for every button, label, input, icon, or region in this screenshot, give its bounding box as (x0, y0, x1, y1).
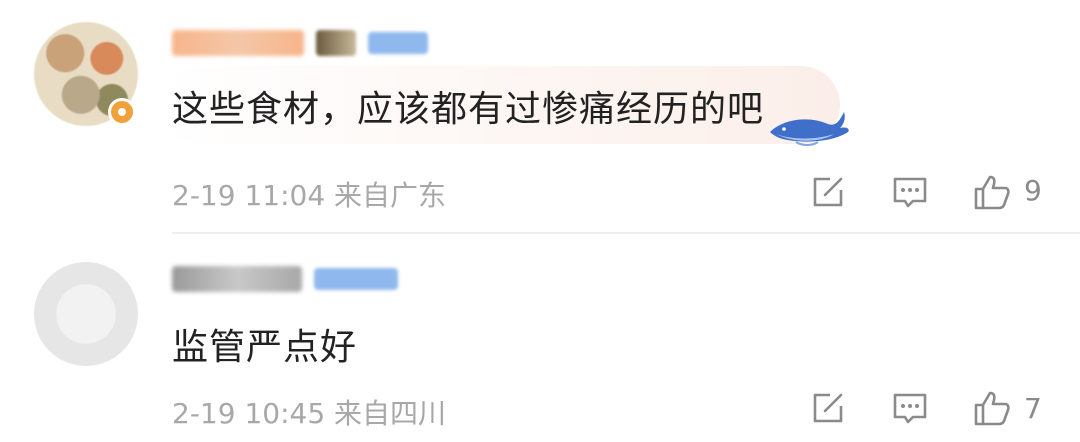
like-count: 9 (1024, 174, 1042, 207)
share-icon[interactable] (808, 172, 848, 212)
comment-text: 监管严点好 (172, 327, 358, 368)
comment-item: 监管严点好 2-19 10:45 来自四川 7 (0, 234, 1080, 442)
share-icon[interactable] (808, 388, 848, 428)
username-row (172, 28, 428, 58)
verified-badge-icon (108, 98, 136, 126)
user-level-badge (368, 32, 428, 54)
username-row (172, 264, 398, 294)
comment-meta: 2-19 11:04 来自广东 (172, 179, 447, 212)
username-blurred[interactable] (172, 266, 302, 292)
comment-icon[interactable] (890, 388, 930, 428)
like-icon[interactable] (972, 388, 1012, 428)
comment-item: 这些食材，应该都有过惨痛经历的吧 2-19 11:04 来自广东 9 (0, 0, 1080, 234)
username-blurred[interactable] (172, 30, 304, 56)
like-count: 7 (1024, 392, 1042, 425)
comment-icon[interactable] (890, 172, 930, 212)
avatar[interactable] (34, 262, 138, 366)
whale-icon (770, 112, 849, 146)
like-icon[interactable] (972, 172, 1012, 212)
comment-meta: 2-19 10:45 来自四川 (172, 397, 447, 430)
user-medal-icon (316, 30, 356, 56)
user-level-badge (314, 268, 398, 290)
comment-text: 这些食材，应该都有过惨痛经历的吧 (172, 89, 765, 130)
